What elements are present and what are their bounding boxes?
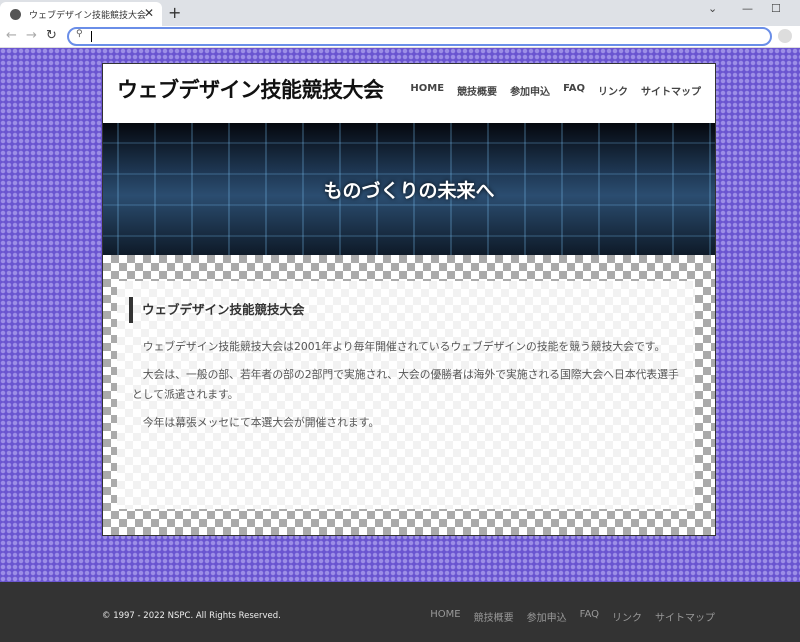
hero-text: ものづくりの未来へ: [323, 180, 495, 202]
footer-nav-links[interactable]: リンク: [612, 609, 642, 624]
maximize-icon[interactable]: ☐: [771, 2, 781, 15]
reload-icon[interactable]: ↻: [46, 28, 57, 43]
footer-nav-home[interactable]: HOME: [430, 609, 460, 624]
content-box: ウェブデザイン技能競技大会 ウェブデザイン技能競技大会は2001年より毎年開催さ…: [117, 281, 695, 509]
paragraph: 大会は、一般の部、若年者の部の2部門で実施され、大会の優勝者は海外で実施される国…: [132, 368, 679, 401]
site-logo[interactable]: ウェブデザイン技能競技大会: [117, 74, 384, 104]
tab-title: ウェブデザイン技能競技大会: [29, 10, 147, 21]
site-footer: © 1997 - 2022 NSPC. All Rights Reserved.…: [0, 582, 800, 642]
nav-entry[interactable]: 参加申込: [510, 83, 550, 98]
nav-faq[interactable]: FAQ: [563, 83, 585, 98]
forward-icon[interactable]: →: [26, 28, 37, 43]
globe-icon: [10, 8, 21, 20]
new-tab-button[interactable]: +: [168, 3, 181, 22]
back-icon[interactable]: ←: [6, 28, 17, 43]
tab-search-icon[interactable]: ⌄: [708, 2, 717, 15]
tab-bar: ウェブデザイン技能競技大会 ✕ + ⌄ — ☐: [0, 0, 800, 26]
search-icon: ⚲: [76, 29, 83, 39]
nav-home[interactable]: HOME: [410, 83, 444, 98]
paragraph: 今年は幕張メッセにて本選大会が開催されます。: [142, 416, 380, 429]
footer-nav-sitemap[interactable]: サイトマップ: [655, 609, 715, 624]
footer-nav-entry[interactable]: 参加申込: [527, 609, 567, 624]
nav-overview[interactable]: 競技概要: [457, 83, 497, 98]
page-container: ウェブデザイン技能競技大会 HOME 競技概要 参加申込 FAQ リンク サイト…: [102, 63, 716, 536]
profile-icon[interactable]: [778, 29, 792, 43]
paragraph: ウェブデザイン技能競技大会は2001年より毎年開催されているウェブデザインの技能…: [142, 340, 666, 353]
footer-nav-faq[interactable]: FAQ: [580, 609, 599, 624]
site-header: ウェブデザイン技能競技大会 HOME 競技概要 参加申込 FAQ リンク サイト…: [103, 64, 715, 123]
minimize-icon[interactable]: —: [742, 2, 753, 15]
copyright: © 1997 - 2022 NSPC. All Rights Reserved.: [102, 611, 281, 621]
close-tab-icon[interactable]: ✕: [144, 6, 154, 20]
global-nav: HOME 競技概要 参加申込 FAQ リンク サイトマップ: [410, 83, 701, 98]
browser-toolbar: ← → ↻ ⚲: [0, 26, 800, 48]
main-section: ウェブデザイン技能競技大会 ウェブデザイン技能競技大会は2001年より毎年開催さ…: [103, 255, 715, 535]
address-bar[interactable]: ⚲: [67, 27, 772, 46]
browser-tab[interactable]: ウェブデザイン技能競技大会 ✕: [0, 2, 162, 26]
section-heading: ウェブデザイン技能競技大会: [129, 297, 681, 323]
footer-nav-overview[interactable]: 競技概要: [474, 609, 514, 624]
nav-sitemap[interactable]: サイトマップ: [641, 83, 701, 98]
nav-links[interactable]: リンク: [598, 83, 628, 98]
text-caret: [91, 31, 92, 42]
hero-banner: ものづくりの未来へ: [103, 123, 715, 255]
footer-nav: HOME 競技概要 参加申込 FAQ リンク サイトマップ: [430, 609, 715, 624]
